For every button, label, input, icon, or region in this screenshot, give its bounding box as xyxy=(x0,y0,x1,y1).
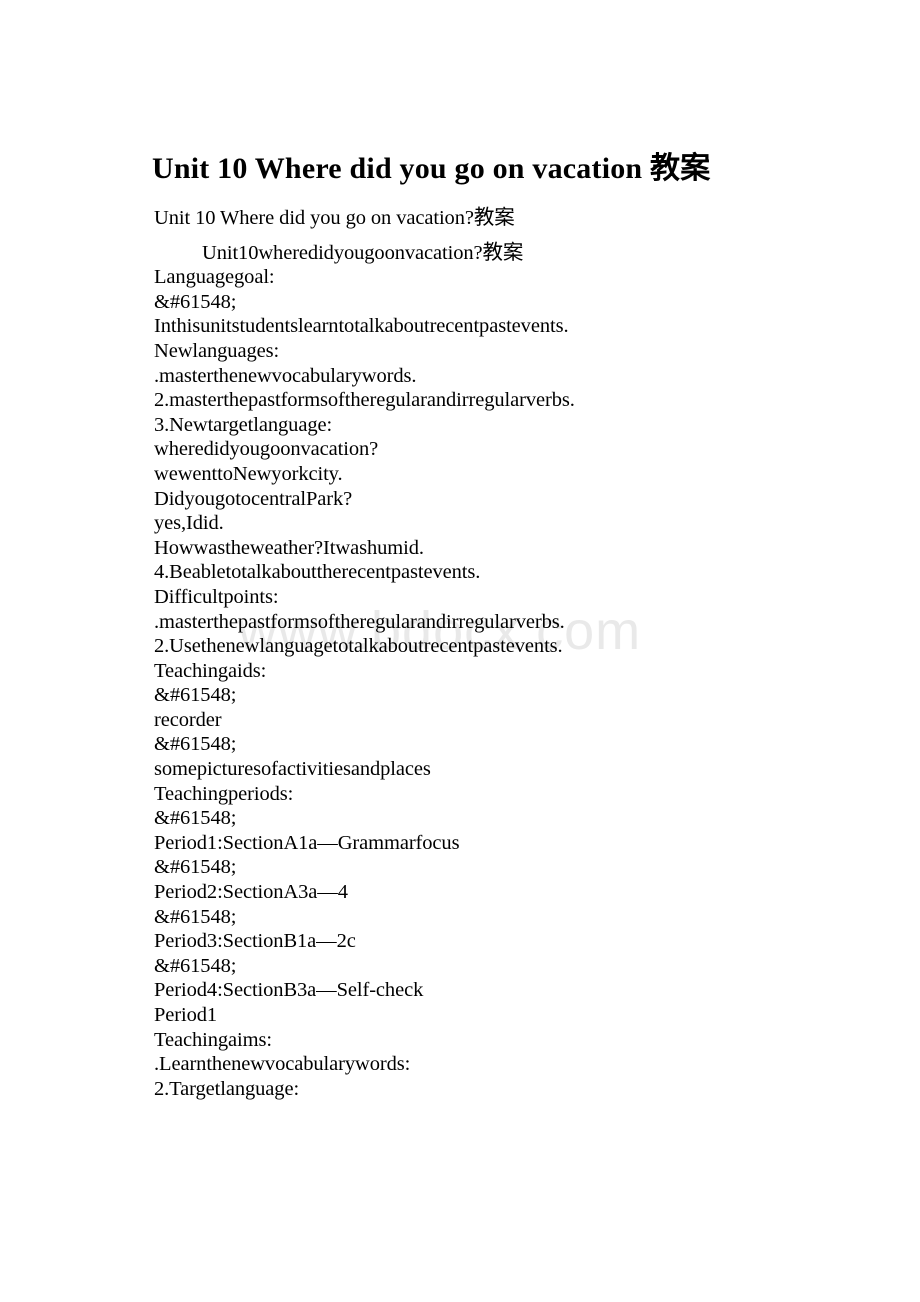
document-line: .Learnthenewvocabularywords: xyxy=(154,1053,411,1076)
document-line: Inthisunitstudentslearntotalkaboutrecent… xyxy=(154,315,569,338)
document-line: 4.Beabletotalkabouttherecentpastevents. xyxy=(154,561,481,584)
document-line: &#61548; xyxy=(154,733,237,756)
document-body: Unit 10 Where did you go on vacation?教案 U… xyxy=(154,206,854,1101)
document-line: 2.masterthepastformsoftheregularandirreg… xyxy=(154,389,575,412)
document-line: Period1 xyxy=(154,1004,218,1026)
document-line: Howwastheweather?Itwashumid. xyxy=(154,536,424,559)
document-line: 2.Usethenewlanguagetotalkaboutrecentpast… xyxy=(154,635,563,658)
document-line: Unit10wheredidyougoonvacation?教案 xyxy=(202,241,524,264)
document-line: somepicturesofactivitiesandplaces xyxy=(154,758,431,781)
document-line: .masterthepastformsoftheregularandirregu… xyxy=(154,610,565,633)
document-page: www.bdocx.com Unit 10 Where did you go o… xyxy=(0,0,920,1302)
document-line: 2.Targetlanguage: xyxy=(154,1077,300,1100)
document-line: Unit 10 Where did you go on vacation?教案 xyxy=(154,207,515,229)
document-line: DidyougotocentralPark? xyxy=(154,487,353,510)
document-line: Period3:SectionB1a—2c xyxy=(154,930,356,953)
document-line: Teachingperiods: xyxy=(154,782,294,805)
document-line: 3.Newtargetlanguage: xyxy=(154,413,333,436)
document-line: &#61548; xyxy=(154,807,237,830)
document-line: &#61548; xyxy=(154,684,237,707)
document-line: Teachingaids: xyxy=(154,659,267,682)
document-line: yes,Idid. xyxy=(154,512,224,535)
document-line: &#61548; xyxy=(154,954,237,977)
document-line: &#61548; xyxy=(154,856,237,879)
document-line: Period4:SectionB3a—Self-check xyxy=(154,979,424,1002)
document-line: Period2:SectionA3a—4 xyxy=(154,881,348,904)
document-line: wheredidyougoonvacation? xyxy=(154,438,379,461)
document-line: Newlanguages: xyxy=(154,339,280,362)
document-line: Difficultpoints: xyxy=(154,585,279,608)
document-line: Teachingaims: xyxy=(154,1028,272,1051)
page-title: Unit 10 Where did you go on vacation 教案 xyxy=(152,152,711,185)
document-line: Period1:SectionA1a—Grammarfocus xyxy=(154,831,460,854)
document-line: &#61548; xyxy=(154,290,237,313)
document-line: Languagegoal: xyxy=(154,266,275,289)
document-line: &#61548; xyxy=(154,905,237,928)
document-line: recorder xyxy=(154,708,222,731)
document-line: .masterthenewvocabularywords. xyxy=(154,364,417,387)
document-line: wewenttoNewyorkcity. xyxy=(154,462,343,485)
